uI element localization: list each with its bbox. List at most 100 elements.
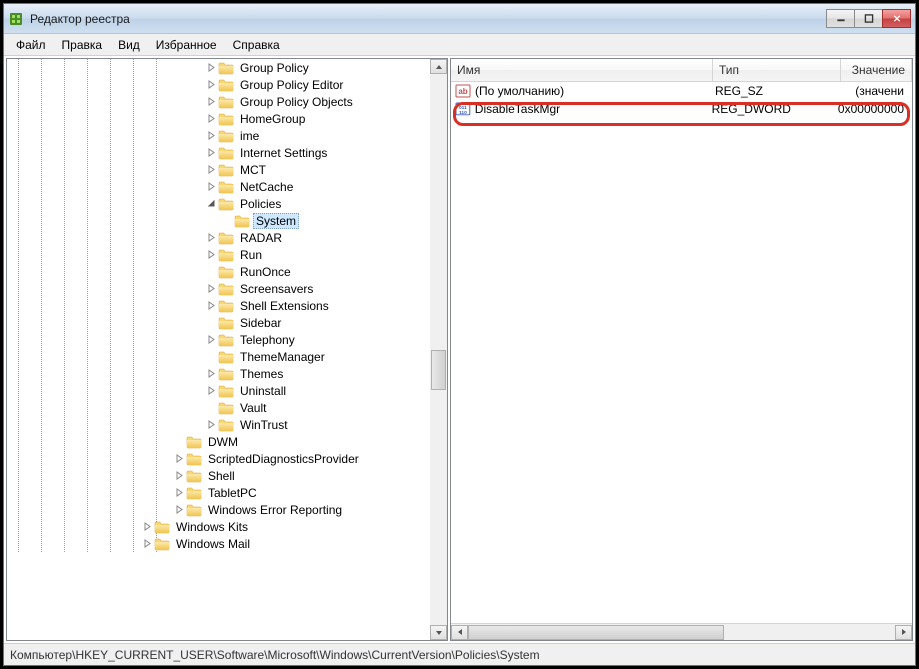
expand-icon[interactable] [204, 248, 218, 262]
tree-item[interactable]: Sidebar [172, 314, 447, 331]
tree-vertical-scrollbar[interactable] [430, 59, 447, 640]
tree-item-label[interactable]: Telephony [237, 332, 298, 348]
expand-icon[interactable] [172, 452, 186, 466]
expand-icon[interactable] [204, 418, 218, 432]
list-row[interactable]: 011110DisableTaskMgrREG_DWORD0x00000000 [451, 100, 912, 118]
tree-item-label[interactable]: MCT [237, 162, 269, 178]
menu-file[interactable]: Файл [8, 35, 54, 55]
tree-item-label[interactable]: WinTrust [237, 417, 291, 433]
tree-item[interactable]: ThemeManager [172, 348, 447, 365]
tree-item[interactable]: ime [172, 127, 447, 144]
expand-icon[interactable] [204, 333, 218, 347]
tree-item-label[interactable]: Screensavers [237, 281, 316, 297]
tree-item-label[interactable]: ScriptedDiagnosticsProvider [205, 451, 362, 467]
tree-item[interactable]: ScriptedDiagnosticsProvider [156, 450, 447, 467]
expand-icon[interactable] [204, 78, 218, 92]
tree-item-label[interactable]: Run [237, 247, 265, 263]
expand-icon[interactable] [172, 503, 186, 517]
tree-item[interactable]: HomeGroup [172, 110, 447, 127]
tree-item[interactable]: Group Policy Editor [172, 76, 447, 93]
tree-item[interactable]: WinTrust [172, 416, 447, 433]
tree-item[interactable]: Vault [172, 399, 447, 416]
list-row[interactable]: ab(По умолчанию)REG_SZ(значени [451, 82, 912, 100]
column-header-type[interactable]: Тип [713, 59, 841, 81]
menu-view[interactable]: Вид [110, 35, 148, 55]
column-header-name[interactable]: Имя [451, 59, 713, 81]
expand-icon[interactable] [204, 384, 218, 398]
menu-edit[interactable]: Правка [54, 35, 111, 55]
tree-pane[interactable]: Group PolicyGroup Policy EditorGroup Pol… [6, 58, 448, 641]
expand-icon[interactable] [204, 367, 218, 381]
tree-item[interactable]: Internet Settings [172, 144, 447, 161]
collapse-icon[interactable] [204, 197, 218, 211]
expand-icon[interactable] [140, 520, 154, 534]
scroll-up-button[interactable] [430, 59, 447, 74]
tree-item-label[interactable]: Windows Mail [173, 536, 253, 552]
tree-item[interactable]: Windows Error Reporting [156, 501, 447, 518]
tree-item[interactable]: Run [172, 246, 447, 263]
tree-item-label[interactable]: Shell Extensions [237, 298, 332, 314]
tree-item[interactable]: Windows Kits [140, 518, 447, 535]
close-button[interactable] [882, 9, 911, 28]
tree-item-label[interactable]: ime [237, 128, 262, 144]
expand-icon[interactable] [172, 469, 186, 483]
scroll-thumb[interactable] [468, 625, 724, 640]
tree-item-label[interactable]: ThemeManager [237, 349, 328, 365]
tree-item[interactable]: Telephony [172, 331, 447, 348]
tree-item-label[interactable]: Group Policy Objects [237, 94, 356, 110]
tree-item-label[interactable]: HomeGroup [237, 111, 308, 127]
tree-item[interactable]: Policies [172, 195, 447, 212]
expand-icon[interactable] [204, 282, 218, 296]
expand-icon[interactable] [204, 95, 218, 109]
expand-icon[interactable] [204, 163, 218, 177]
tree-item-label[interactable]: Themes [237, 366, 286, 382]
scroll-left-button[interactable] [451, 625, 468, 640]
tree-item[interactable]: Group Policy [172, 59, 447, 76]
expand-icon[interactable] [204, 129, 218, 143]
list-horizontal-scrollbar[interactable] [451, 623, 912, 640]
tree-item[interactable]: RunOnce [172, 263, 447, 280]
menu-help[interactable]: Справка [225, 35, 288, 55]
tree-item[interactable]: NetCache [172, 178, 447, 195]
column-header-value[interactable]: Значение [841, 59, 912, 81]
tree-item[interactable]: RADAR [172, 229, 447, 246]
tree-item-label[interactable]: RunOnce [237, 264, 294, 280]
tree-item-label[interactable]: Windows Error Reporting [205, 502, 345, 518]
tree-item-label[interactable]: Group Policy [237, 60, 312, 76]
tree-item-label[interactable]: Group Policy Editor [237, 77, 346, 93]
tree-item-label[interactable]: NetCache [237, 179, 296, 195]
tree-item-label[interactable]: System [253, 213, 299, 229]
tree-item[interactable]: TabletPC [156, 484, 447, 501]
expand-icon[interactable] [204, 112, 218, 126]
list-body[interactable]: ab(По умолчанию)REG_SZ(значени011110Disa… [451, 82, 912, 623]
tree-item[interactable]: Shell [156, 467, 447, 484]
tree-item-label[interactable]: Uninstall [237, 383, 289, 399]
tree-item[interactable]: Themes [172, 365, 447, 382]
scroll-right-button[interactable] [895, 625, 912, 640]
tree-item-label[interactable]: Internet Settings [237, 145, 330, 161]
expand-icon[interactable] [204, 231, 218, 245]
expand-icon[interactable] [204, 61, 218, 75]
maximize-button[interactable] [854, 9, 883, 28]
expand-icon[interactable] [204, 180, 218, 194]
tree-item-label[interactable]: Policies [237, 196, 284, 212]
tree-item-label[interactable]: DWM [205, 434, 241, 450]
expand-icon[interactable] [204, 146, 218, 160]
tree-item[interactable]: System [172, 212, 447, 229]
tree-item-label[interactable]: Vault [237, 400, 269, 416]
expand-icon[interactable] [172, 486, 186, 500]
tree-item-label[interactable]: Sidebar [237, 315, 284, 331]
scroll-thumb[interactable] [431, 350, 446, 390]
tree-item-label[interactable]: Windows Kits [173, 519, 251, 535]
tree-item-label[interactable]: TabletPC [205, 485, 260, 501]
tree-item[interactable]: DWM [156, 433, 447, 450]
tree-item-label[interactable]: RADAR [237, 230, 285, 246]
tree-item[interactable]: Screensavers [172, 280, 447, 297]
tree-item[interactable]: Windows Mail [140, 535, 447, 552]
titlebar[interactable]: Редактор реестра [4, 4, 915, 34]
tree-item[interactable]: Group Policy Objects [172, 93, 447, 110]
minimize-button[interactable] [826, 9, 855, 28]
tree-item[interactable]: Uninstall [172, 382, 447, 399]
tree-item[interactable]: Shell Extensions [172, 297, 447, 314]
tree-item[interactable]: MCT [172, 161, 447, 178]
